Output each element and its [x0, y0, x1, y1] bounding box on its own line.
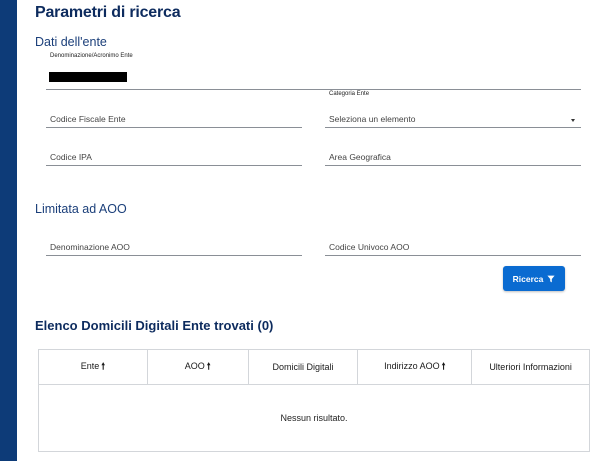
caret-down-icon: [571, 119, 575, 122]
codice-univoco-aoo-placeholder: Codice Univoco AOO: [329, 242, 410, 252]
column-header-ente[interactable]: Ente 🠕: [38, 349, 148, 385]
left-accent-bar: [0, 0, 17, 461]
redacted-value: [49, 72, 127, 82]
aoo-section-title: Limitata ad AOO: [35, 202, 127, 216]
empty-message: Nessun risultato.: [38, 384, 590, 452]
denominazione-aoo-placeholder: Denominazione AOO: [50, 242, 130, 252]
categoria-ente-label: Categoria Ente: [329, 91, 370, 97]
empty-row: Nessun risultato.: [38, 384, 590, 452]
denominazione-ente-label: Denominazione/Acronimo Ente: [50, 53, 133, 59]
categoria-ente-select[interactable]: Categoria Ente Seleziona un elemento: [325, 91, 581, 128]
codice-univoco-aoo-field[interactable]: Codice Univoco AOO: [325, 237, 581, 256]
column-header-aoo[interactable]: AOO 🠕: [146, 349, 249, 385]
search-button-label: Ricerca: [512, 273, 544, 284]
categoria-ente-selected: Seleziona un elemento: [329, 114, 416, 124]
sort-arrow-up-icon: 🠕: [206, 361, 211, 371]
denominazione-ente-field[interactable]: Denominazione/Acronimo Ente: [46, 53, 581, 90]
page-title: Parametri di ricerca: [35, 4, 181, 21]
table-header-row: Ente 🠕 AOO 🠕 Domicili Digitali Indirizzo A…: [38, 349, 590, 385]
search-button[interactable]: Ricerca: [503, 266, 565, 291]
results-table: Ente 🠕 AOO 🠕 Domicili Digitali Indirizzo A…: [38, 349, 590, 452]
codice-ipa-field[interactable]: Codice IPA: [46, 147, 302, 166]
column-header-domicili-digitali: Domicili Digitali: [247, 349, 359, 385]
column-header-ulteriori-informazioni: Ulteriori Informazioni: [471, 349, 590, 385]
column-header-indirizzo-aoo[interactable]: Indirizzo AOO 🠕: [357, 349, 473, 385]
codice-ipa-placeholder: Codice IPA: [50, 152, 92, 162]
area-geografica-field[interactable]: Area Geografica: [325, 147, 581, 166]
area-geografica-placeholder: Area Geografica: [329, 152, 391, 162]
sort-arrow-up-icon: 🠕: [101, 361, 106, 371]
results-title: Elenco Domicili Digitali Ente trovati (0…: [35, 318, 274, 333]
ente-section-title: Dati dell'ente: [35, 35, 107, 49]
codice-fiscale-ente-placeholder: Codice Fiscale Ente: [50, 114, 126, 124]
codice-fiscale-ente-field[interactable]: Codice Fiscale Ente: [46, 109, 302, 128]
denominazione-aoo-field[interactable]: Denominazione AOO: [46, 237, 302, 256]
filter-icon: [547, 275, 555, 282]
sort-arrow-up-icon: 🠕: [441, 361, 446, 371]
